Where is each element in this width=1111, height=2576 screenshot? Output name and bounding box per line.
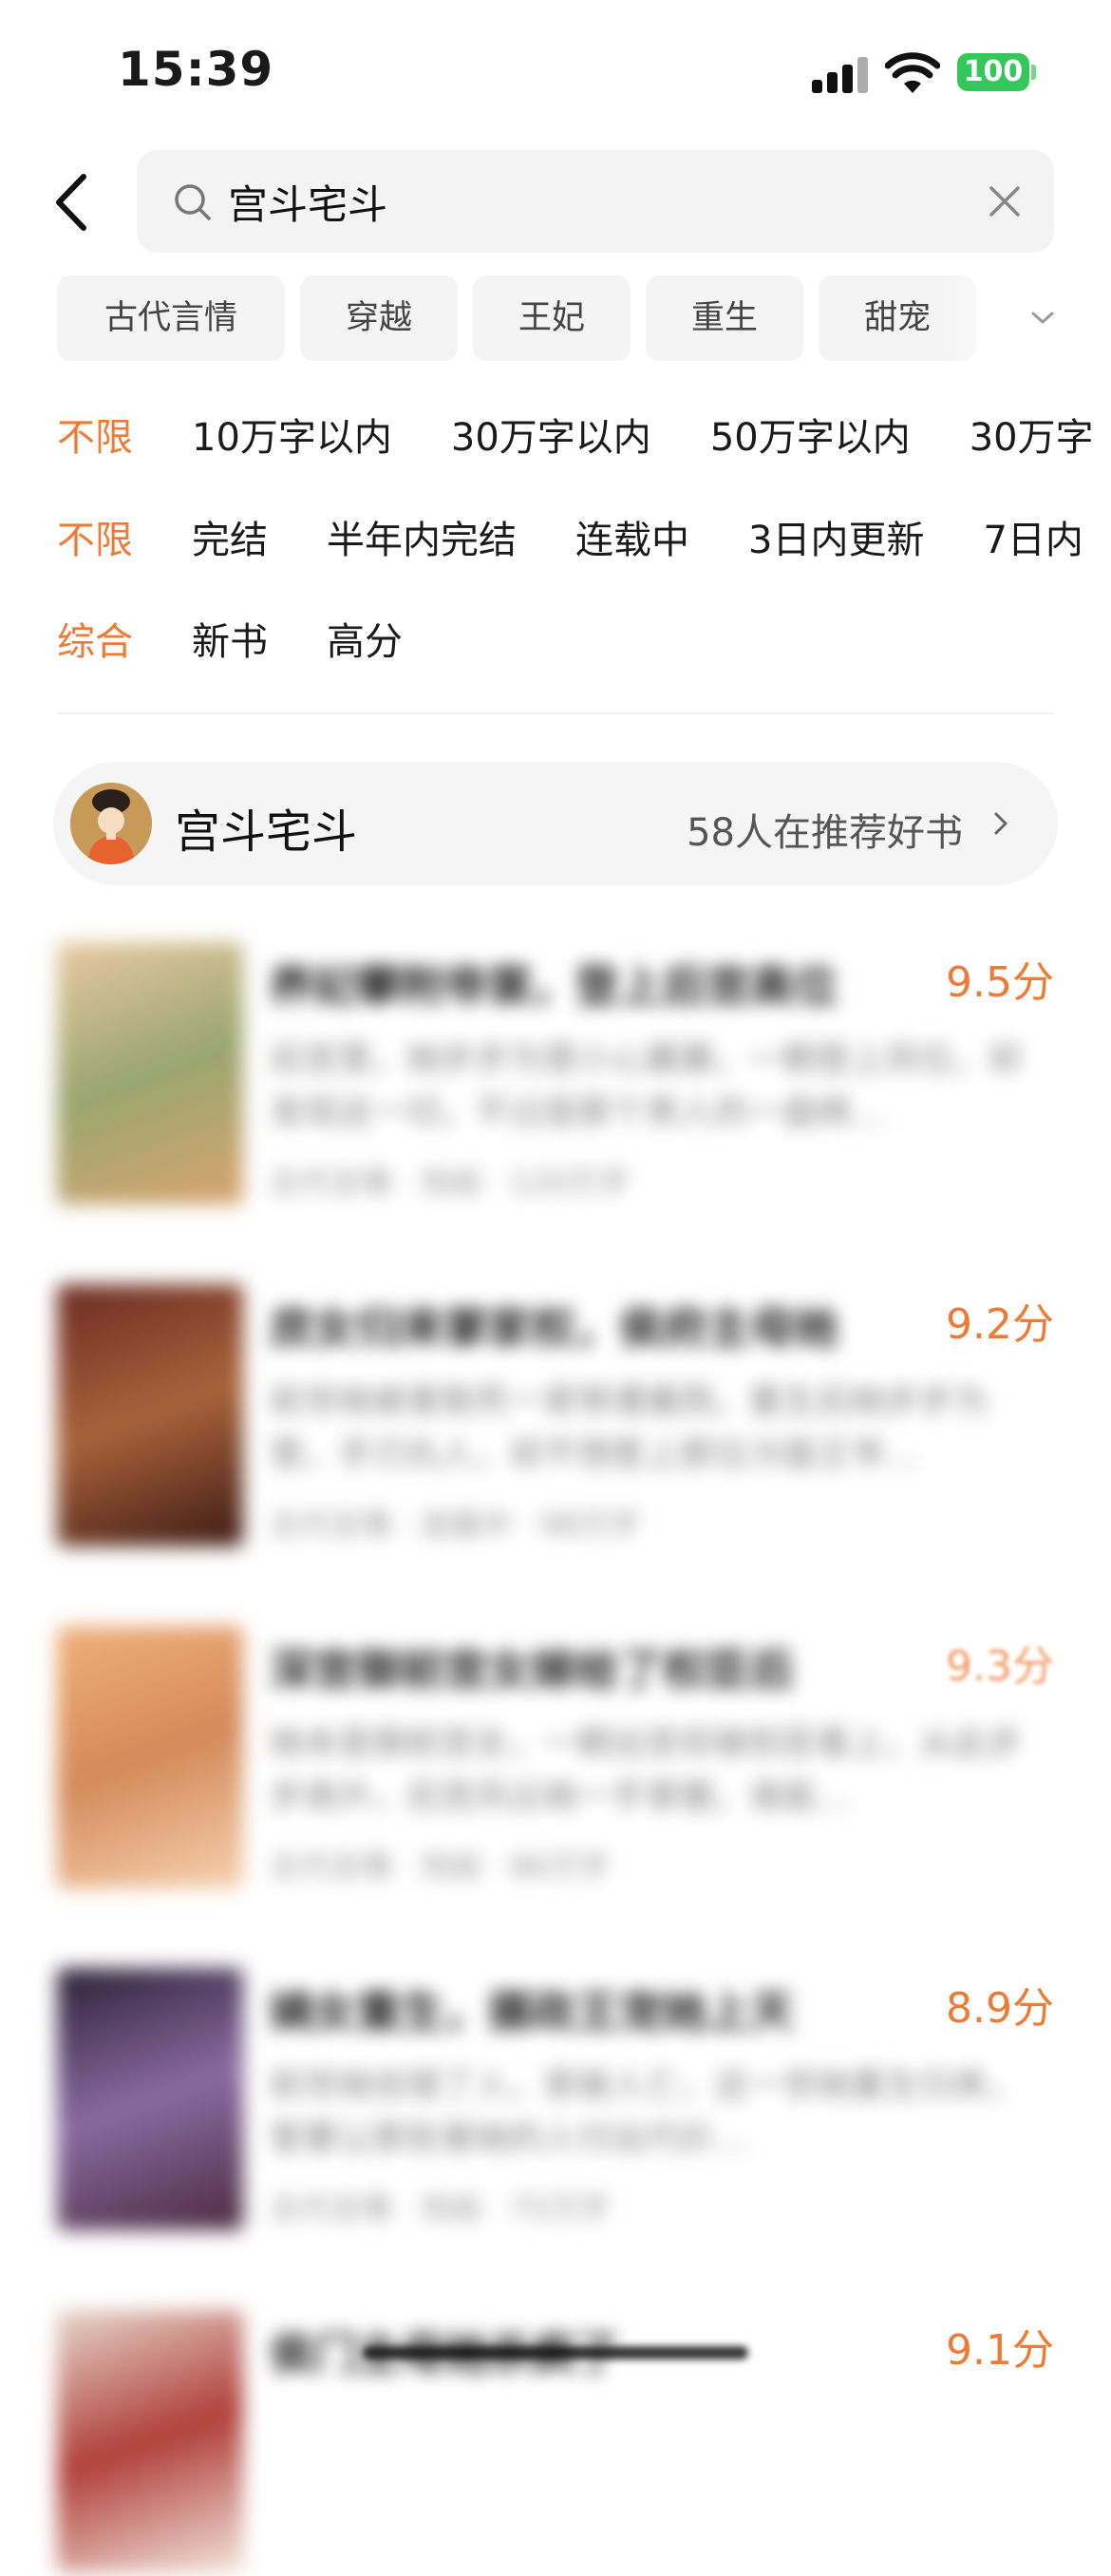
book-description: 前世她被害致死一家惨遭屠戮，重生后她步步为营，手刃仇人，却不想惹上那位冷面王爷… [270, 1382, 989, 1474]
avatar [70, 783, 152, 864]
filter-row-word-count: 不限 10万字以内 30万字以内 50万字以内 30万字 [57, 407, 1111, 473]
chevron-down-icon[interactable] [1027, 306, 1058, 329]
search-bar[interactable] [137, 150, 1054, 253]
book-cover [57, 942, 243, 1204]
banner-title: 宫斗宅斗 [175, 805, 358, 859]
tag-chip[interactable]: 王妃 [473, 275, 631, 361]
search-icon [175, 184, 211, 220]
filter-option[interactable]: 连载中 [575, 509, 689, 564]
filter-option[interactable]: 综合 [57, 611, 133, 666]
book-description: 前世她信错了人，家破人亡，这一世她重生归来，誓要让那些害她的人付出代价… [270, 2066, 1023, 2158]
book-score: 8.9分 [946, 1984, 1054, 2033]
cellular-signal-icon [812, 55, 869, 93]
filter-option[interactable]: 高分 [327, 611, 403, 666]
chevron-right-icon [994, 812, 1007, 835]
clear-icon[interactable] [988, 184, 1022, 218]
filter-option[interactable]: 不限 [57, 509, 133, 564]
book-item[interactable]: 庶女归来掌家权，侯府主母她 前世她被害致死一家惨遭屠戮，重生后她步步为营，手刃仇… [57, 1284, 1064, 1550]
book-meta: 古代言情 · 完结 · 120万字 [270, 1165, 630, 1201]
home-indicator[interactable] [363, 2346, 748, 2359]
book-item[interactable]: 养妃攀附帝裳，登上后宫高位 后宫里，她步步为营小心翼翼，一朝登上凤位，却发现这一… [57, 942, 1064, 1208]
tag-list: 古代言情 穿越 王妃 重生 甜宠 [57, 275, 1064, 363]
back-arrow-icon[interactable] [49, 169, 97, 236]
book-item[interactable]: 嫡女重生，摄政王宠她上天 前世她信错了人，家破人亡，这一世她重生归来，誓要让那些… [57, 1968, 1064, 2234]
filter-option[interactable]: 不限 [57, 407, 133, 462]
tag-chip[interactable]: 古代言情 [57, 275, 286, 361]
battery-icon: 100 [957, 53, 1029, 91]
search-input[interactable] [228, 171, 912, 232]
battery-tip [1031, 65, 1036, 80]
filter-option[interactable]: 新书 [192, 611, 268, 666]
divider [57, 712, 1054, 714]
book-item[interactable]: 深宫御前宫女嫁给了权臣后 她本是御前宫女，一朝出宫却被权臣看上，从此步步高升，后… [57, 1626, 1064, 1892]
book-title: 深宫御前宫女嫁给了权臣后 [270, 1644, 794, 1695]
book-cover [57, 1284, 243, 1546]
filter-row-sort: 综合 新书 高分 [57, 611, 1111, 677]
tags-fade [940, 275, 1111, 363]
filter-option[interactable]: 30万字以内 [451, 407, 651, 462]
tag-chip[interactable]: 重生 [646, 275, 804, 361]
topic-banner[interactable]: 宫斗宅斗 58人在推荐好书 [53, 762, 1058, 885]
filter-option[interactable]: 50万字以内 [710, 407, 911, 462]
book-cover [57, 1968, 243, 2230]
book-description: 她本是御前宫女，一朝出宫却被权臣看上，从此步步高升，后宫风云她一手掌握，谁能… [270, 1724, 1023, 1816]
book-score: 9.3分 [946, 1642, 1054, 1691]
book-title: 嫡女重生，摄政王宠她上天 [270, 1986, 794, 2037]
filter-row-status: 不限 完结 半年内完结 连载中 3日内更新 7日内 [57, 509, 1111, 576]
banner-count: 58人在推荐好书 [687, 811, 963, 855]
book-cover [57, 1626, 243, 1888]
book-score: 9.2分 [946, 1300, 1054, 1349]
wifi-icon [885, 52, 940, 93]
filter-option[interactable]: 半年内完结 [327, 509, 517, 564]
book-meta: 古代言情 · 连载中 · 98万字 [270, 1506, 640, 1543]
filter-option[interactable]: 3日内更新 [748, 509, 924, 564]
book-title: 养妃攀附帝裳，登上后宫高位 [270, 960, 838, 1012]
status-time: 15:39 [118, 42, 274, 97]
book-title: 庶女归来掌家权，侯府主母她 [270, 1302, 838, 1354]
filter-option[interactable]: 7日内 [983, 509, 1083, 564]
book-score: 9.1分 [946, 2326, 1054, 2375]
filter-option[interactable]: 完结 [192, 509, 268, 564]
book-score: 9.5分 [946, 958, 1054, 1007]
book-description: 后宫里，她步步为营小心翼翼，一朝登上凤位，却发现这一切，不过是那个男人的一盘棋… [270, 1040, 1023, 1132]
tag-chip[interactable]: 穿越 [300, 275, 459, 361]
filter-option[interactable]: 30万字 [970, 407, 1094, 462]
book-cover [57, 2310, 243, 2572]
status-bar: 15:39 100 [0, 0, 1111, 142]
book-meta: 古代言情 · 完结 · 86万字 [270, 1848, 610, 1885]
filter-option[interactable]: 10万字以内 [192, 407, 392, 462]
book-meta: 古代言情 · 完结 · 75万字 [270, 2190, 610, 2226]
